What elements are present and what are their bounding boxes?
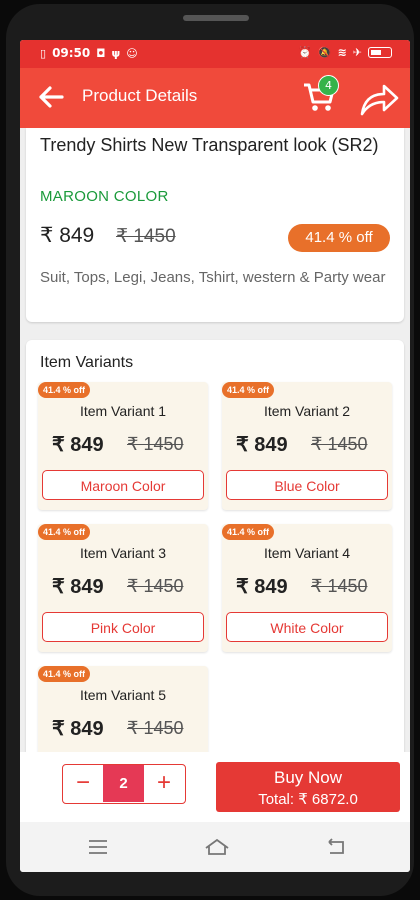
product-description: Suit, Tops, Legi, Jeans, Tshirt, western… xyxy=(40,269,386,286)
variant-discount-badge: 41.4 % off xyxy=(38,382,91,398)
variant-name: Item Variant 2 xyxy=(263,403,351,419)
variant-color-button[interactable]: Maroon Color xyxy=(42,470,204,500)
variant-price: ₹ 849 xyxy=(52,434,104,456)
app-bar: Product Details 4 xyxy=(20,68,410,128)
decrease-quantity-button[interactable]: − xyxy=(63,765,103,802)
variant-mrp: ₹ 1450 xyxy=(127,434,184,454)
share-icon[interactable] xyxy=(358,80,400,118)
variant-price: ₹ 849 xyxy=(236,434,288,456)
variant-discount-badge: 41.4 % off xyxy=(38,666,91,682)
variant-card[interactable]: 41.4 % off Item Variant 1 ₹ 849 ₹ 1450 M… xyxy=(38,382,208,510)
variant-price: ₹ 849 xyxy=(52,576,104,598)
status-time: 09:50 xyxy=(52,46,91,60)
variant-name: Item Variant 5 xyxy=(79,687,167,703)
page-title: Product Details xyxy=(82,86,198,105)
phone-speaker xyxy=(183,15,249,21)
alarm-icon: ⏰ xyxy=(298,46,312,59)
variant-mrp: ₹ 1450 xyxy=(127,718,184,738)
purchase-bar: − 2 + Buy Now Total: ₹ 6872.0 xyxy=(20,752,410,822)
variant-mrp: ₹ 1450 xyxy=(127,576,184,596)
product-title: Trendy Shirts New Transparent look (SR2) xyxy=(40,135,379,155)
screen: ▯ 09:50 ◘ ψ ☺ ⏰ 🔕 ≋ ✈ Product Details 4 … xyxy=(20,40,410,872)
buy-now-button[interactable]: Buy Now Total: ₹ 6872.0 xyxy=(216,762,400,812)
status-bar: ▯ 09:50 ◘ ψ ☺ ⏰ 🔕 ≋ ✈ xyxy=(20,40,410,68)
back-arrow-icon[interactable] xyxy=(36,82,66,112)
variant-price: ₹ 849 xyxy=(52,718,104,740)
variant-mrp: ₹ 1450 xyxy=(311,434,368,454)
variant-card[interactable]: 41.4 % off Item Variant 3 ₹ 849 ₹ 1450 P… xyxy=(38,524,208,652)
variant-card[interactable]: 41.4 % off Item Variant 5 ₹ 849 ₹ 1450 xyxy=(38,666,208,752)
airplane-icon: ✈ xyxy=(352,46,362,59)
wifi-icon: ≋ xyxy=(337,46,347,59)
variant-color-button[interactable]: Pink Color xyxy=(42,612,204,642)
back-nav-icon[interactable] xyxy=(324,836,348,858)
bluetooth-data-icon: ◘ xyxy=(96,46,106,60)
variant-card[interactable]: 41.4 % off Item Variant 4 ₹ 849 ₹ 1450 W… xyxy=(222,524,392,652)
order-total: Total: ₹ 6872.0 xyxy=(258,791,358,808)
variant-mrp: ₹ 1450 xyxy=(311,576,368,596)
variants-heading: Item Variants xyxy=(40,354,134,371)
variant-discount-badge: 41.4 % off xyxy=(222,524,275,540)
quantity-stepper: − 2 + xyxy=(62,764,186,804)
system-nav-bar xyxy=(20,822,410,872)
variant-card[interactable]: 41.4 % off Item Variant 2 ₹ 849 ₹ 1450 B… xyxy=(222,382,392,510)
variant-name: Item Variant 1 xyxy=(79,403,167,419)
home-icon[interactable] xyxy=(203,836,231,858)
variant-discount-badge: 41.4 % off xyxy=(222,382,275,398)
increase-quantity-button[interactable]: + xyxy=(144,765,184,802)
quantity-value: 2 xyxy=(103,765,144,802)
variant-color-button[interactable]: Blue Color xyxy=(226,470,388,500)
cart-count-badge: 4 xyxy=(318,75,339,96)
menu-icon[interactable] xyxy=(86,836,110,858)
buy-now-label: Buy Now xyxy=(273,768,343,787)
product-summary-card: Trendy Shirts New Transparent look (SR2)… xyxy=(26,128,404,322)
variant-name: Item Variant 4 xyxy=(263,545,351,561)
sim-icon: ▯ xyxy=(40,46,47,60)
discount-badge: 41.4 % off xyxy=(288,224,390,252)
variant-price: ₹ 849 xyxy=(236,576,288,598)
phone-frame: ▯ 09:50 ◘ ψ ☺ ⏰ 🔕 ≋ ✈ Product Details 4 … xyxy=(6,4,414,896)
item-variants-card: Item Variants 41.4 % off Item Variant 1 … xyxy=(26,340,404,752)
usb-icon: ψ xyxy=(111,46,121,60)
variant-discount-badge: 41.4 % off xyxy=(38,524,91,540)
mute-icon: 🔕 xyxy=(317,46,332,59)
product-price: ₹ 849 xyxy=(40,224,95,247)
variant-name: Item Variant 3 xyxy=(79,545,167,561)
battery-icon xyxy=(368,47,392,58)
product-mrp: ₹ 1450 xyxy=(116,226,176,247)
android-icon: ☺ xyxy=(126,46,138,60)
variant-color-button[interactable]: White Color xyxy=(226,612,388,642)
product-color: MAROON COLOR xyxy=(40,188,169,205)
content-scroll[interactable]: Trendy Shirts New Transparent look (SR2)… xyxy=(20,128,410,752)
